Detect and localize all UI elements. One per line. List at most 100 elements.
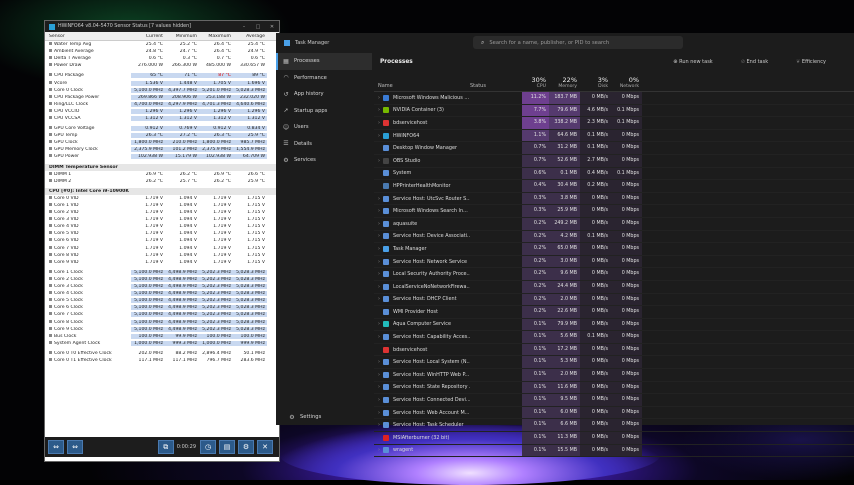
process-row[interactable]: › bdservicehost 3.8% 338.2 MB 2.3 MB/s 0.1 Mb… (374, 117, 854, 130)
sensor-row[interactable]: Core 6 Clock 5,100.0 MHz 4,498.9 MHz 5,202.… (45, 304, 279, 311)
nav-item-performance[interactable]: ◠ Performance (276, 70, 372, 87)
process-row[interactable]: › Task Manager 0.2% 65.0 MB 0 MB/s 0 Mbps (374, 243, 854, 256)
nav-right-icon[interactable]: ⇔ (67, 440, 83, 454)
sensor-row[interactable]: Core 0 VID1.719 V1.094 V1.719 V1.715 V0 (45, 195, 279, 202)
sensor-row[interactable]: Core 0 Clock 5,100.0 MHz 4,397.7 MHz 5,201.… (45, 87, 279, 94)
process-row[interactable]: › Microsoft Windows Search In... 0.3% 25.9 … (374, 205, 854, 218)
process-row[interactable]: › Local Security Authority Proce... 0.2% 9.… (374, 268, 854, 281)
process-row[interactable]: MSIAfterburner (32 bit) 0.1% 11.3 MB 0 MB/s… (374, 432, 854, 445)
sensor-row[interactable]: DIMM 226.2 °C25.7 °C26.2 °C25.9 °C0 (45, 178, 279, 185)
sensor-row[interactable]: Core 5 VID1.719 V1.094 V1.719 V1.715 V0 (45, 230, 279, 237)
process-row[interactable]: › HWiNFO64 1.1% 64.6 MB 0.1 MB/s 0 Mbps (374, 129, 854, 143)
process-row[interactable]: WMI Provider Host 0.2% 22.6 MB 0 MB/s 0 Mbps (374, 306, 854, 319)
sensor-group[interactable]: CPU [#0]: Intel Core i9-10900K (45, 187, 279, 195)
sensor-row[interactable]: GPU Memory Clock 2,375.9 MHz 101.2 MHz 2,37… (45, 146, 279, 153)
end-task-button[interactable]: ⊘ End task (741, 59, 782, 65)
run-new-task-button[interactable]: ⊕ Run new task (673, 59, 726, 65)
hwinfo-window[interactable]: HWiNFO64 v8.04-5470 Sensor Status [7 val… (44, 20, 280, 462)
task-manager-window[interactable]: Task Manager ⌕ Search for a name, publis… (276, 33, 854, 458)
efficiency-button[interactable]: ❦ Efficiency (796, 59, 840, 65)
process-row[interactable]: › Service Host: Capability Acces... 0.1% 5.… (374, 331, 854, 344)
settings-icon[interactable]: ⚙ (238, 440, 254, 454)
nav-item-users[interactable]: ☺ Users (276, 119, 372, 136)
col-disk[interactable]: 3% Disk (580, 71, 611, 91)
sensor-row[interactable]: System Agent Clock 1,000.0 MHz 999.3 MHz 1,… (45, 340, 279, 347)
col-cpu[interactable]: 30% CPU (522, 71, 549, 91)
col-minimum[interactable]: Minimum (165, 34, 199, 39)
process-row[interactable]: › wragent 0.1% 15.5 MB 0 MB/s 0 Mbps (374, 444, 854, 458)
search-input[interactable]: ⌕ Search for a name, publisher, or PID t… (473, 36, 683, 49)
maximize-icon[interactable]: □ (251, 24, 265, 30)
hwinfo-sensor-table[interactable]: Sensor Current Minimum Maximum Average W… (45, 32, 279, 457)
report-icon[interactable]: ▤ (219, 440, 235, 454)
sensor-row[interactable]: Core 3 VID1.719 V1.094 V1.719 V1.715 V0 (45, 216, 279, 223)
process-row[interactable]: › Aqua Computer Service 0.1% 79.9 MB 0 MB/s 0… (374, 318, 854, 332)
process-row[interactable]: › Service Host: Web Account M... 0.1% 6.0 M… (374, 406, 854, 420)
sensor-row[interactable]: Core 6 VID1.719 V1.094 V1.719 V1.715 V0 (45, 237, 279, 244)
process-row[interactable]: › Service Host: Local System (N... 0.1% 5.3… (374, 356, 854, 370)
col-sensor[interactable]: Sensor (45, 34, 131, 39)
sensor-row[interactable]: Core 7 Clock 5,100.0 MHz 4,498.9 MHz 5,202.… (45, 311, 279, 318)
process-row[interactable]: › Microsoft Windows Malicious ... 11.2% 183… (374, 92, 854, 105)
process-row[interactable]: › aquasuite 0.2% 249.2 MB 0 MB/s 0 Mbps (374, 217, 854, 231)
nav-item-processes[interactable]: ▦ Processes (276, 53, 372, 70)
sensor-row[interactable]: Core 2 VID1.719 V1.094 V1.719 V1.715 V0 (45, 209, 279, 216)
process-row[interactable]: › Service Host: Network Service 0.2% 3.0 MB… (374, 255, 854, 269)
sensor-row[interactable]: CPU VCCIO1.296 V1.296 V1.296 V1.296 V0 (45, 108, 279, 115)
nav-item-app-history[interactable]: ↺ App history (276, 86, 372, 103)
nav-left-icon[interactable]: ⇔ (48, 440, 64, 454)
close-icon[interactable]: ✕ (265, 24, 279, 30)
process-row[interactable]: › Service Host: DHCP Client 0.2% 2.0 MB 0 MB… (374, 293, 854, 307)
sensor-row[interactable]: Power Draw 276.000 W 266.300 W 485.000 W 330… (45, 62, 279, 69)
close-sensors-icon[interactable]: ✕ (257, 440, 273, 454)
sensor-row[interactable]: GPU Core Voltage 0.912 V 0.769 V 0.912 V 0.8… (45, 125, 279, 132)
process-row[interactable]: › Service Host: WinHTTP Web P... 0.1% 2.0 M… (374, 369, 854, 382)
col-name[interactable]: Name (374, 71, 470, 91)
sensor-row[interactable]: GPU Temp26.3 °C27.2 °C26.3 °C25.9 °C0 (45, 132, 279, 139)
sensor-row[interactable]: Core 1 VID1.719 V1.094 V1.719 V1.715 V0 (45, 202, 279, 209)
sensor-row[interactable]: GPU Power 102.938 W 15.179 W 102.938 W 64.70… (45, 153, 279, 160)
process-row[interactable]: › Service Host: Task Scheduler 0.1% 6.6 MB 0… (374, 419, 854, 433)
col-network[interactable]: 0% Network (611, 71, 642, 91)
sensor-row[interactable]: Core 4 Clock 5,100.0 MHz 4,498.9 MHz 5,202.… (45, 290, 279, 297)
clock-icon[interactable]: ◷ (200, 440, 216, 454)
sensor-group[interactable]: DIMM Temperature Sensor (45, 163, 279, 171)
process-row[interactable]: HPPrinterHealthMonitor 0.4% 30.4 MB 0.2 MB/… (374, 180, 854, 193)
col-average[interactable]: Average (233, 34, 267, 39)
minimize-icon[interactable]: – (237, 24, 251, 30)
process-row[interactable]: › Service Host: State Repository ... 0.1% 1… (374, 381, 854, 395)
sensor-row[interactable]: Water Temp Avg 25.4 °C 25.2 °C 26.4 °C 25.4 … (45, 41, 279, 48)
sensor-row[interactable]: Core 9 Clock 5,100.0 MHz 4,498.9 MHz 5,202.… (45, 326, 279, 333)
process-row[interactable]: › Service Host: Device Associati... 0.2% 4.… (374, 230, 854, 244)
sensor-row[interactable]: Core 9 VID1.719 V1.094 V1.719 V1.715 V0 (45, 259, 279, 266)
process-row[interactable]: › OBS Studio 0.7% 52.6 MB 2.7 MB/s 0 Mbps (374, 154, 854, 168)
sensor-row[interactable]: Delta T Average0.6 °C0.3 °C0.7 °C0.6 °C0 (45, 55, 279, 62)
process-row[interactable]: bdservicehost 0.1% 17.2 MB 0 MB/s 0 Mbps (374, 343, 854, 357)
sensor-row[interactable]: Bus Clock 100.0 MHz 99.9 MHz 100.0 MHz 100.0… (45, 333, 279, 340)
process-row[interactable]: › Service Host: UtcSvc Router S... 0.3% 3.8… (374, 192, 854, 206)
process-row[interactable]: › Service Host: Connected Devi... 0.1% 9.5 … (374, 394, 854, 407)
process-row[interactable]: › LocalServiceNoNetworkFirewa... 0.2% 24.4 … (374, 280, 854, 294)
sensor-row[interactable]: CPU Package65 °C71 °C87 °C89 °C0 (45, 72, 279, 79)
sensor-row[interactable]: Core 2 Clock 5,100.0 MHz 4,498.9 MHz 5,202.… (45, 276, 279, 283)
sensor-row[interactable]: Core 3 Clock 5,100.0 MHz 4,498.9 MHz 5,202.… (45, 283, 279, 290)
sensor-row[interactable]: Core 0 T0 Effective Clock 202.0 MHz 88.2 M… (45, 350, 279, 357)
sensor-row[interactable]: Core 7 VID1.719 V1.094 V1.719 V1.715 V0 (45, 245, 279, 252)
sensor-row[interactable]: Ambient Average 24.8 °C 24.7 °C 26.4 °C 24.9… (45, 48, 279, 55)
nav-settings[interactable]: ⚙ Settings (282, 409, 321, 426)
sensor-row[interactable]: Core 4 VID1.719 V1.094 V1.719 V1.715 V0 (45, 223, 279, 230)
sensor-row[interactable]: Core 8 VID1.719 V1.094 V1.719 V1.715 V0 (45, 252, 279, 259)
sensor-row[interactable]: Core 0 T1 Effective Clock 117.1 MHz 117.1 … (45, 357, 279, 364)
nav-item-startup-apps[interactable]: ➚ Startup apps (276, 103, 372, 120)
process-row[interactable]: System 0.6% 0.1 MB 0.4 MB/s 0.1 Mbps (374, 167, 854, 181)
col-memory[interactable]: 22% Memory (549, 71, 580, 91)
sensor-row[interactable]: CPU Package Power 269.866 W 208.906 W 253.1… (45, 94, 279, 101)
sensor-row[interactable]: CPU VCCSA1.312 V1.312 V1.312 V1.312 V0 (45, 115, 279, 122)
col-current[interactable]: Current (131, 34, 165, 39)
process-row[interactable]: Desktop Window Manager 0.7% 31.2 MB 0.1 MB/… (374, 142, 854, 155)
sensor-row[interactable]: DIMM 126.9 °C26.2 °C26.9 °C26.6 °C0 (45, 171, 279, 178)
nav-item-services[interactable]: ⚙ Services (276, 152, 372, 169)
sensor-row[interactable]: Core 8 Clock 5,100.0 MHz 4,498.9 MHz 5,202.… (45, 318, 279, 325)
col-maximum[interactable]: Maximum (199, 34, 233, 39)
sensor-row[interactable]: Core 1 Clock 5,100.0 MHz 4,498.9 MHz 5,202.… (45, 269, 279, 276)
